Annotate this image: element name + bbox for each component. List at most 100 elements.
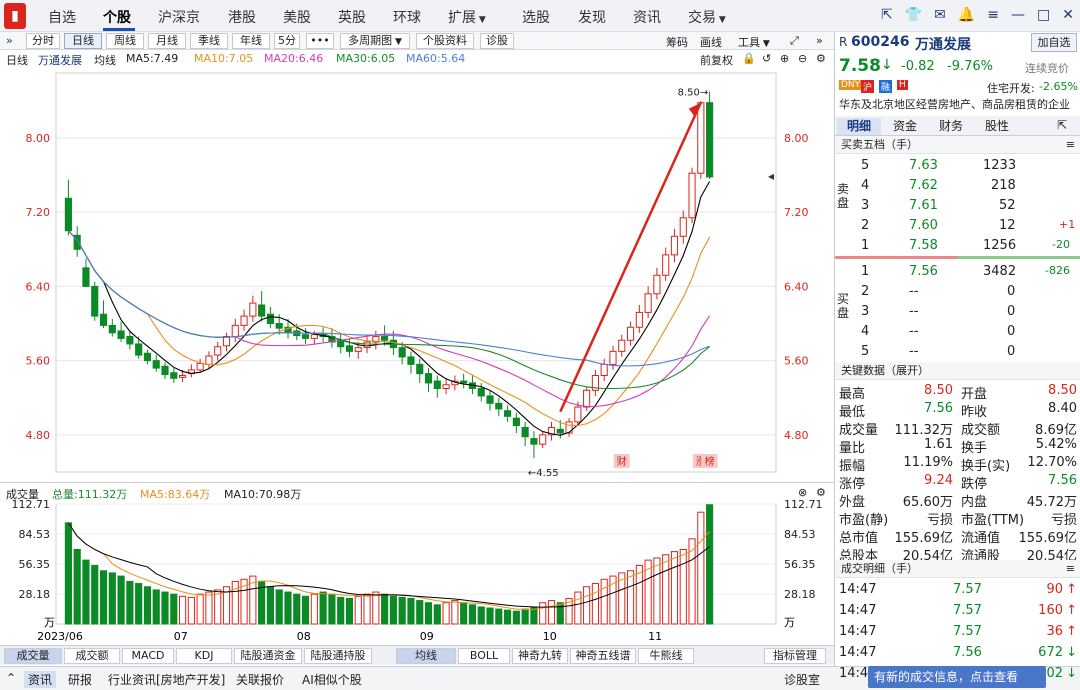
close-panel-icon[interactable]: ⊗	[798, 486, 807, 499]
sell-level-row[interactable]: 2 7.60 12 +1	[835, 216, 1080, 236]
buy-level-row[interactable]: 2 -- 0	[835, 282, 1080, 302]
nav-item-hk[interactable]: 港股	[228, 7, 256, 27]
low-label: ←4.55	[528, 468, 559, 479]
volume-chart[interactable]: 112.71 112.71 84.53 84.53 56.35 56.35 28.18 28.…	[0, 498, 834, 645]
key-value: 7.56	[1048, 473, 1077, 488]
tab-kdj[interactable]: KDJ	[176, 648, 232, 664]
period-intraday-button[interactable]: 分时	[26, 33, 60, 49]
tab-boll[interactable]: BOLL	[458, 648, 510, 664]
tab-stock-nature[interactable]: 股性	[975, 118, 1019, 135]
period-monthly-button[interactable]: 月线	[148, 33, 186, 49]
menu-icon[interactable]: ≡	[1066, 136, 1075, 153]
lock-icon[interactable]: 🔒	[742, 52, 756, 65]
trades-header: 成交明细（手） ≡	[835, 560, 1080, 578]
tab-five-lines[interactable]: 神奇五线谱	[570, 648, 636, 664]
tag-margin[interactable]: 融	[879, 80, 893, 93]
sell-level-row[interactable]: 1 7.58 1256 -20	[835, 236, 1080, 256]
sell-level-row[interactable]: 4 7.62 218	[835, 176, 1080, 196]
candle-body	[688, 172, 696, 219]
menu-icon[interactable]: ≡	[987, 7, 999, 23]
tools-dropdown[interactable]: 工具 ▼	[738, 34, 770, 50]
period-weekly-button[interactable]: 周线	[106, 33, 144, 49]
nav-item-trade[interactable]: 交易 ▼	[688, 7, 726, 27]
add-watchlist-button[interactable]: 加自选	[1031, 33, 1077, 52]
nav-item-a-share[interactable]: 沪深京	[158, 7, 200, 27]
nav-item-uk[interactable]: 英股	[338, 7, 366, 27]
fullscreen-icon[interactable]: ⤢	[790, 34, 799, 48]
stock-profile-button[interactable]: 个股资料	[416, 33, 474, 49]
tab-research[interactable]: 研报	[68, 671, 92, 688]
multi-period-dropdown[interactable]: 多周期图 ▼	[340, 33, 410, 49]
period-daily-button[interactable]: 日线	[64, 33, 102, 49]
level-price: 7.62	[909, 178, 938, 193]
candle-body	[363, 341, 371, 349]
tag-sh[interactable]: 沪	[861, 80, 875, 93]
zoom-in-icon[interactable]: ⊕	[780, 52, 789, 65]
tag-dny[interactable]: DNY	[839, 80, 863, 90]
tab-financials[interactable]: 财务	[929, 118, 973, 135]
tag-h[interactable]: H	[897, 80, 908, 90]
collapse-icon[interactable]: »	[6, 34, 13, 47]
nav-item-extend[interactable]: 扩展 ▼	[448, 7, 486, 27]
nav-item-global[interactable]: 环球	[393, 7, 421, 27]
buy-level-row[interactable]: 5 -- 0	[835, 342, 1080, 362]
period-5min-button[interactable]: 5分	[274, 33, 300, 49]
tab-detail[interactable]: 明细	[837, 118, 881, 135]
expand-icon[interactable]: »	[816, 34, 823, 47]
period-quarterly-button[interactable]: 季线	[190, 33, 228, 49]
expand-panel-icon[interactable]: ⇱	[1057, 118, 1067, 132]
price-chart[interactable]: 8.00 8.00 7.20 7.20 6.40 6.40 5.60 5.60 4.80 4.80…	[0, 67, 834, 482]
tab-ma[interactable]: 均线	[396, 648, 456, 664]
zoom-out-icon[interactable]: ⊖	[798, 52, 807, 65]
settings-gear-icon[interactable]: ⚙	[816, 52, 826, 65]
tab-related-quotes[interactable]: 关联报价	[236, 671, 284, 688]
nav-item-us[interactable]: 美股	[283, 7, 311, 27]
nav-item-stock[interactable]: 个股	[103, 7, 131, 27]
tab-northbound-holding[interactable]: 陆股通持股	[304, 648, 372, 664]
tab-volume[interactable]: 成交量	[4, 648, 62, 664]
period-yearly-button[interactable]: 年线	[232, 33, 270, 49]
arrow-up-icon: ↑	[1066, 582, 1077, 597]
panel-settings-icon[interactable]: ⚙	[816, 486, 826, 499]
tab-macd[interactable]: MACD	[122, 648, 174, 664]
buy-level-row[interactable]: 3 -- 0	[835, 302, 1080, 322]
maximize-icon[interactable]: □	[1037, 7, 1050, 23]
diagnose-room-button[interactable]: 诊股室	[784, 671, 820, 688]
sell-level-row[interactable]: 3 7.61 52	[835, 196, 1080, 216]
bell-icon[interactable]: 🔔	[958, 7, 975, 23]
mail-icon[interactable]: ✉	[934, 7, 946, 23]
undo-icon[interactable]: ↺	[762, 52, 771, 65]
diagnose-button[interactable]: 诊股	[480, 33, 514, 49]
level-price: 7.63	[909, 158, 938, 173]
sector-label[interactable]: 住宅开发:	[987, 80, 1035, 96]
tab-bull-bear[interactable]: 牛熊线	[638, 648, 694, 664]
app-logo-icon[interactable]: ▮	[4, 3, 26, 29]
close-icon[interactable]: ✕	[1062, 7, 1074, 23]
nav-item-discover[interactable]: 发现	[578, 7, 606, 27]
shirt-icon[interactable]: 👕	[905, 7, 922, 23]
sell-level-row[interactable]: 5 7.63 1233	[835, 156, 1080, 176]
nav-item-news[interactable]: 资讯	[633, 7, 661, 27]
adjust-label[interactable]: 前复权	[700, 52, 733, 68]
buy-level-row[interactable]: 1 7.56 3482 -826	[835, 262, 1080, 282]
collapse-up-icon[interactable]: ⌃	[6, 671, 16, 685]
minimize-icon[interactable]: —	[1011, 7, 1025, 23]
tab-news[interactable]: 资讯	[24, 671, 57, 688]
tab-ai-similar[interactable]: AI相似个股	[302, 671, 362, 688]
tab-td9[interactable]: 神奇九转	[512, 648, 568, 664]
nav-item-screener[interactable]: 选股	[522, 7, 550, 27]
nav-item-watchlist[interactable]: 自选	[48, 7, 76, 27]
chips-button[interactable]: 筹码	[666, 34, 688, 50]
tab-funds[interactable]: 资金	[883, 118, 927, 135]
more-periods-button[interactable]: •••	[306, 33, 334, 49]
menu-icon[interactable]: ≡	[1066, 560, 1075, 577]
tab-industry-news[interactable]: 行业资讯[房地产开发]	[108, 671, 225, 688]
tab-northbound-flow[interactable]: 陆股通资金	[234, 648, 302, 664]
new-trade-notice[interactable]: 有新的成交信息，点击查看	[868, 666, 1046, 688]
external-link-icon[interactable]: ⇱	[881, 7, 893, 23]
indicator-manager-button[interactable]: 指标管理	[764, 648, 826, 664]
keydata-header[interactable]: 关键数据（展开）	[835, 362, 1080, 380]
tab-turnover[interactable]: 成交额	[64, 648, 120, 664]
buy-level-row[interactable]: 4 -- 0	[835, 322, 1080, 342]
draw-button[interactable]: 画线	[700, 34, 722, 50]
